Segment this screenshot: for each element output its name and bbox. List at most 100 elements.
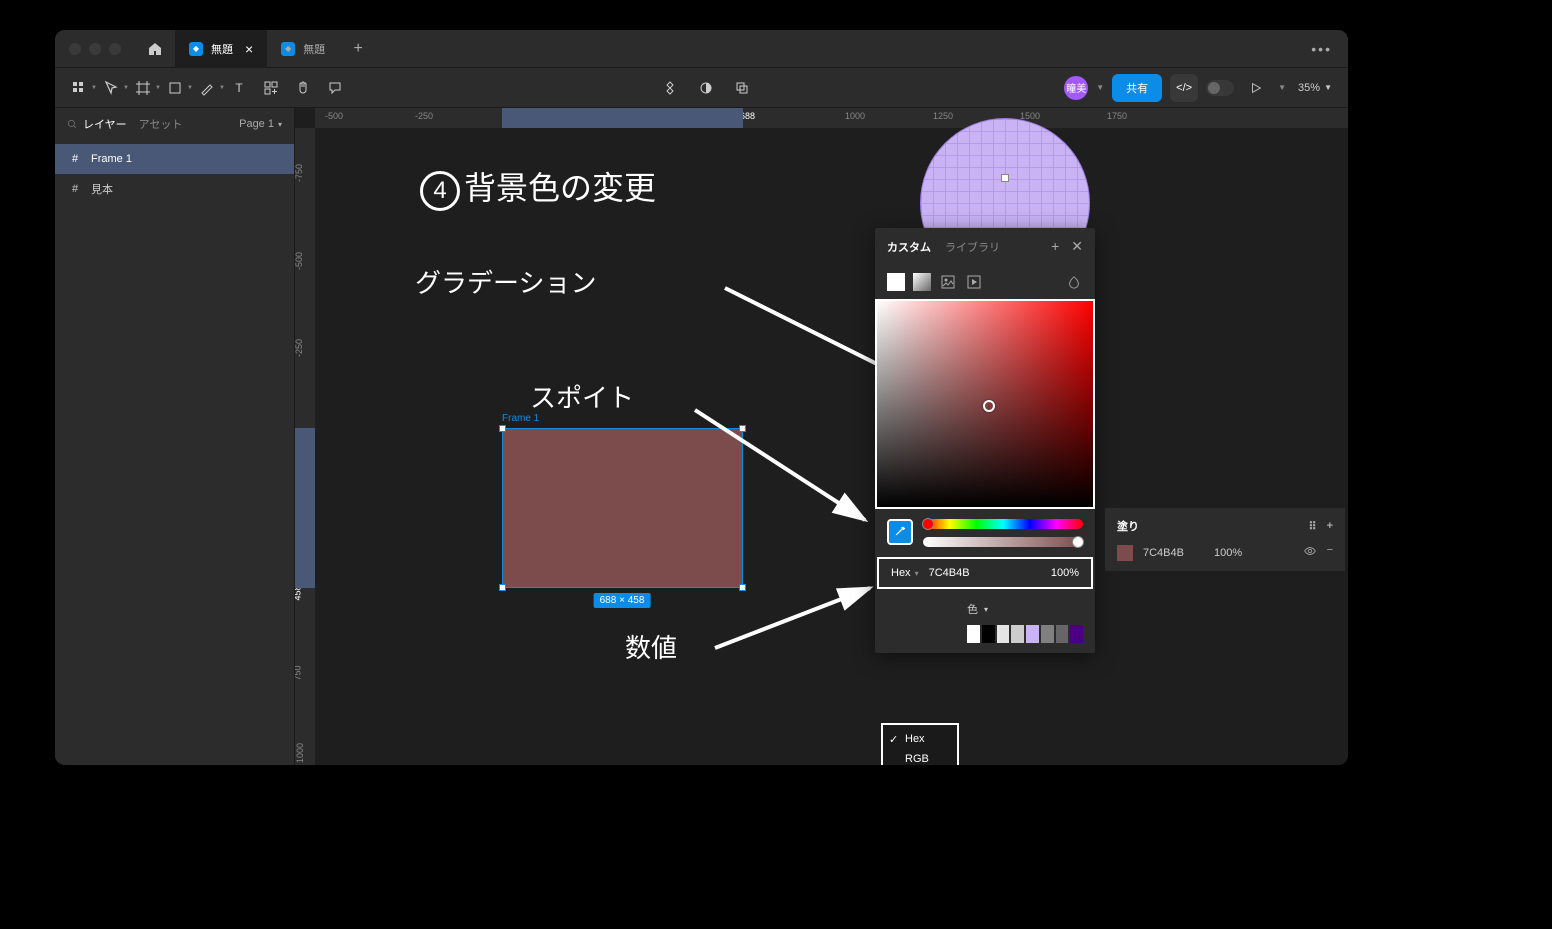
toggle[interactable] xyxy=(1206,80,1234,96)
app-window: ◆ 無題 × ◆ 無題 + ••• ▼ ▼ ▼ ▼ ▼ T xyxy=(55,30,1348,765)
close-icon[interactable]: × xyxy=(245,41,253,57)
devmode-button[interactable]: </> xyxy=(1170,74,1198,102)
annotation-title: 4背景色の変更 xyxy=(420,163,656,211)
mask-icon[interactable] xyxy=(690,72,722,104)
fill-opacity[interactable]: 100% xyxy=(1214,547,1242,559)
chevron-down-icon[interactable]: ▼ xyxy=(1278,83,1286,92)
layer-item[interactable]: # Frame 1 xyxy=(55,144,294,174)
tab-label: 無題 xyxy=(211,41,233,57)
frame-label[interactable]: Frame 1 xyxy=(502,413,539,424)
share-button[interactable]: 共有 xyxy=(1112,74,1162,102)
color-mode-dropdown: Hex RGB CSS HSL HSB xyxy=(881,723,959,765)
shape-tool[interactable]: ▼ xyxy=(159,72,191,104)
arrow-icon xyxy=(705,578,885,658)
color-swatch[interactable] xyxy=(1041,625,1054,643)
tab-2[interactable]: ◆ 無題 xyxy=(267,30,339,68)
minimize-dot[interactable] xyxy=(89,43,101,55)
add-fill-icon[interactable]: + xyxy=(1327,520,1333,533)
resources-tool[interactable] xyxy=(255,72,287,104)
frame-tool[interactable]: ▼ xyxy=(127,72,159,104)
layer-item[interactable]: # 見本 xyxy=(55,174,294,204)
chevron-down-icon[interactable]: ▼ xyxy=(1096,83,1104,92)
color-swatch[interactable] xyxy=(1056,625,1069,643)
toolbar: ▼ ▼ ▼ ▼ ▼ T 瞳美 ▼ 共有 </> ▼ 35%▼ xyxy=(55,68,1348,108)
fill-swatch[interactable] xyxy=(1117,545,1133,561)
maximize-dot[interactable] xyxy=(109,43,121,55)
avatar[interactable]: 瞳美 xyxy=(1064,76,1088,100)
add-tab-button[interactable]: + xyxy=(339,30,377,68)
mode-option[interactable]: RGB xyxy=(883,749,957,765)
text-tool[interactable]: T xyxy=(223,72,255,104)
layer-name: 見本 xyxy=(91,181,113,197)
alpha-slider[interactable] xyxy=(923,537,1083,547)
add-icon[interactable]: + xyxy=(1051,238,1059,255)
annotation-numeric: 数値 xyxy=(625,628,677,665)
color-swatch[interactable] xyxy=(1026,625,1039,643)
titlebar: ◆ 無題 × ◆ 無題 + ••• xyxy=(55,30,1348,68)
image-fill-type[interactable] xyxy=(939,273,957,291)
library-tab[interactable]: ライブラリ xyxy=(945,239,1000,255)
hue-slider[interactable] xyxy=(923,519,1083,529)
present-button[interactable] xyxy=(1242,74,1270,102)
saturation-value-area[interactable] xyxy=(875,299,1095,509)
solid-fill-type[interactable] xyxy=(887,273,905,291)
figma-file-icon: ◆ xyxy=(281,42,295,56)
annotation-eyedropper: スポイト xyxy=(530,378,634,415)
main: レイヤー アセット Page 1▾ # Frame 1 # 見本 -500 -2… xyxy=(55,108,1348,765)
more-menu-icon[interactable]: ••• xyxy=(1295,41,1348,57)
ruler-horizontal: -500 -250 0 250 500 688 1000 1250 1500 1… xyxy=(315,108,1348,128)
close-dot[interactable] xyxy=(69,43,81,55)
color-swatch[interactable] xyxy=(1011,625,1024,643)
component-icon[interactable] xyxy=(654,72,686,104)
main-menu-button[interactable]: ▼ xyxy=(63,72,95,104)
tab-1[interactable]: ◆ 無題 × xyxy=(175,30,267,68)
selected-frame[interactable] xyxy=(502,428,743,588)
color-value-row: Hex ▾ 100% xyxy=(877,557,1093,589)
annotation-gradient: グラデーション xyxy=(415,263,596,300)
swatch-row xyxy=(887,625,1083,643)
figma-file-icon: ◆ xyxy=(189,42,203,56)
move-tool[interactable]: ▼ xyxy=(95,72,127,104)
color-swatch[interactable] xyxy=(1070,625,1083,643)
hand-tool[interactable] xyxy=(287,72,319,104)
assets-tab[interactable]: アセット xyxy=(139,116,183,132)
ruler-vertical: -750 -500 -250 0 250 458 750 1000 xyxy=(295,128,315,765)
mode-option[interactable]: Hex xyxy=(883,729,957,749)
visibility-icon[interactable] xyxy=(1303,544,1317,561)
eyedropper-button[interactable] xyxy=(887,519,913,545)
blend-mode-icon[interactable] xyxy=(1065,273,1083,291)
frame-icon: # xyxy=(69,183,81,195)
canvas-area[interactable]: -500 -250 0 250 500 688 1000 1250 1500 1… xyxy=(295,108,1348,765)
layers-panel: レイヤー アセット Page 1▾ # Frame 1 # 見本 xyxy=(55,108,295,765)
tab-label: 無題 xyxy=(303,41,325,57)
styles-icon[interactable]: ⠿ xyxy=(1309,520,1317,533)
fill-section: 塗り ⠿ + 7C4B4B 100% − xyxy=(1105,508,1345,571)
close-icon[interactable]: ✕ xyxy=(1071,238,1083,255)
boolean-icon[interactable] xyxy=(726,72,758,104)
color-picker-panel: カスタム ライブラリ + ✕ xyxy=(875,228,1095,653)
gradient-fill-type[interactable] xyxy=(913,273,931,291)
page-selector[interactable]: Page 1▾ xyxy=(239,118,282,130)
zoom-level[interactable]: 35%▼ xyxy=(1294,82,1336,94)
hex-input[interactable] xyxy=(929,567,999,579)
remove-fill-icon[interactable]: − xyxy=(1327,544,1333,561)
opacity-input[interactable]: 100% xyxy=(1051,567,1079,579)
color-mode-selector[interactable]: Hex ▾ xyxy=(891,567,919,579)
video-fill-type[interactable] xyxy=(965,273,983,291)
color-swatch[interactable] xyxy=(967,625,980,643)
pen-tool[interactable]: ▼ xyxy=(191,72,223,104)
comment-tool[interactable] xyxy=(319,72,351,104)
fill-label: 塗り xyxy=(1117,518,1139,534)
layers-tab[interactable]: レイヤー xyxy=(67,116,127,132)
svg-text:T: T xyxy=(235,81,243,95)
layer-name: Frame 1 xyxy=(91,153,132,165)
custom-tab[interactable]: カスタム xyxy=(887,239,931,255)
color-swatch[interactable] xyxy=(997,625,1010,643)
traffic-lights xyxy=(55,43,135,55)
doc-colors-label: 色 xyxy=(967,601,978,617)
dimension-badge: 688 × 458 xyxy=(594,593,651,608)
fill-hex[interactable]: 7C4B4B xyxy=(1143,547,1184,559)
frame-icon: # xyxy=(69,153,81,165)
home-button[interactable] xyxy=(135,30,175,68)
color-swatch[interactable] xyxy=(982,625,995,643)
